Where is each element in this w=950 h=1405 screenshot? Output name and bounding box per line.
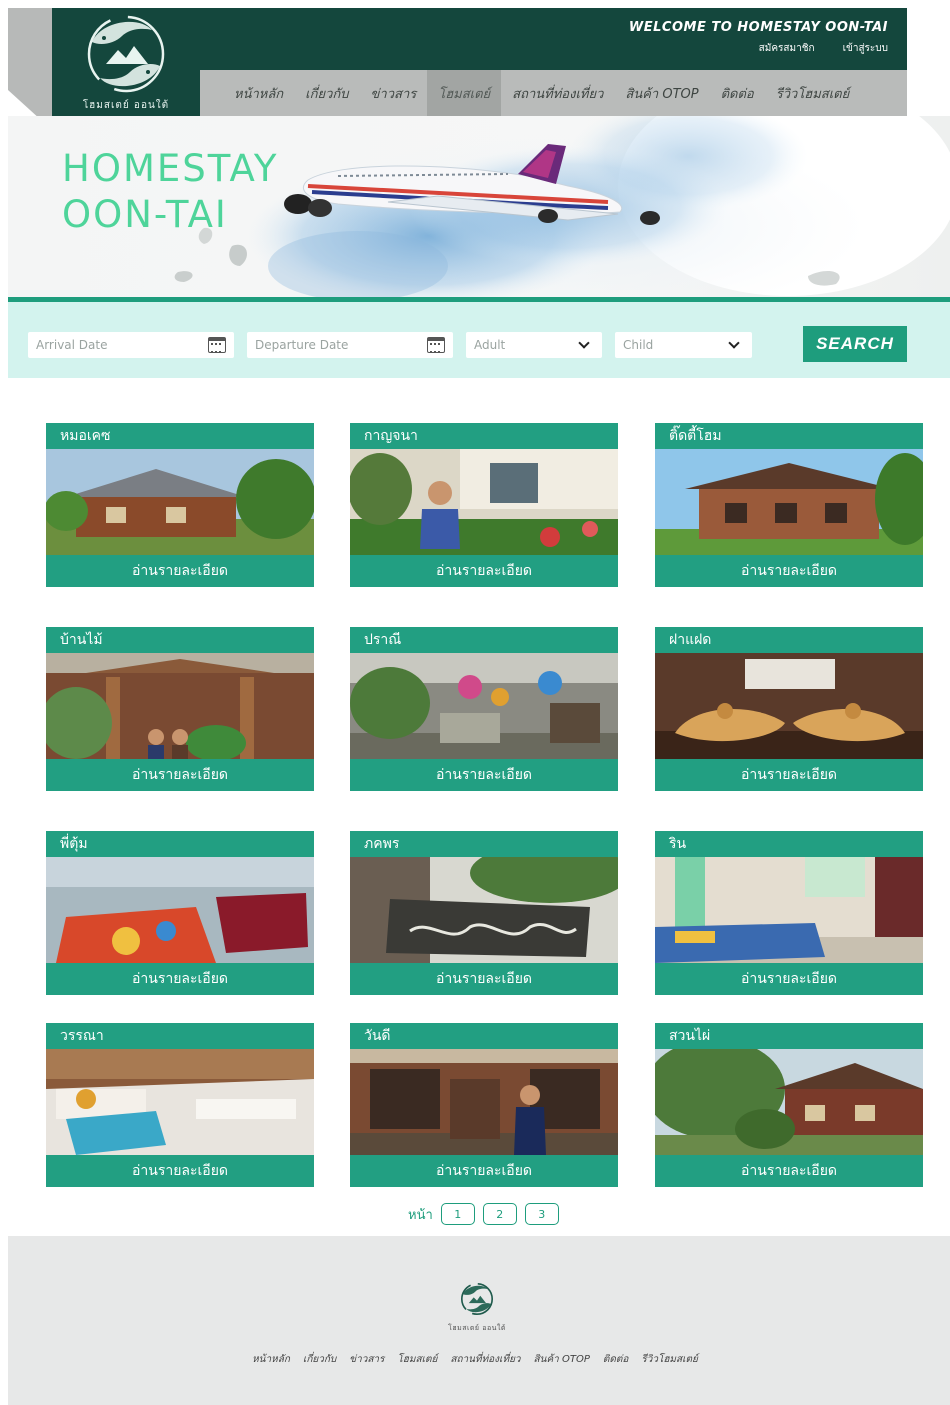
footer-nav-about[interactable]: เกี่ยวกับ — [303, 1352, 336, 1367]
page-button-3[interactable]: 3 — [524, 1203, 559, 1225]
homestay-photo[interactable] — [655, 449, 923, 555]
arrival-date-input[interactable]: Arrival Date — [28, 332, 234, 358]
hero-banner: HOMESTAY OON-TAI — [8, 116, 950, 298]
nav-news[interactable]: ข่าวสาร — [360, 70, 428, 116]
homestay-name: พี่ตุ้ม — [60, 836, 88, 852]
read-more-link[interactable]: อ่านรายละเอียด — [655, 963, 923, 995]
homestay-card[interactable]: วรรณาอ่านรายละเอียด — [46, 1023, 314, 1187]
nav-about[interactable]: เกี่ยวกับ — [294, 70, 359, 116]
nav-contact[interactable]: ติดต่อ — [710, 70, 765, 116]
account-links: สมัครสมาชิก เข้าสู่ระบบ — [759, 41, 888, 56]
read-more-link[interactable]: อ่านรายละเอียด — [46, 963, 314, 995]
homestay-card[interactable]: หมอเคซอ่านรายละเอียด — [46, 423, 314, 587]
homestay-photo[interactable] — [655, 1049, 923, 1155]
homestay-card[interactable]: ติ๊ดตี้โฮมอ่านรายละเอียด — [655, 423, 923, 587]
homestay-card[interactable]: สวนไผ่อ่านรายละเอียด — [655, 1023, 923, 1187]
homestay-photo[interactable] — [655, 653, 923, 759]
homestay-photo[interactable] — [46, 857, 314, 963]
read-more-link[interactable]: อ่านรายละเอียด — [46, 1155, 314, 1187]
fish-logo-icon — [460, 1282, 494, 1316]
page-button-2[interactable]: 2 — [482, 1203, 517, 1225]
homestay-card[interactable]: ปราณีอ่านรายละเอียด — [350, 627, 618, 791]
nav-homestay[interactable]: โฮมสเตย์ — [427, 70, 502, 116]
homestay-name: บ้านไม้ — [60, 632, 103, 648]
adult-placeholder: Adult — [474, 338, 506, 352]
homestay-name: สวนไผ่ — [669, 1028, 711, 1044]
homestay-photo[interactable] — [46, 1049, 314, 1155]
register-link[interactable]: สมัครสมาชิก — [759, 41, 815, 56]
homestay-photo[interactable] — [350, 857, 618, 963]
homestay-photo[interactable] — [655, 857, 923, 963]
footer-nav-reviews[interactable]: รีวิวโฮมสเตย์ — [641, 1352, 698, 1367]
site-logo[interactable]: โฮมสเตย์ ออนใต้ — [52, 8, 200, 116]
pagination-label: หน้า — [408, 1207, 433, 1223]
homestay-card[interactable]: บ้านไม้อ่านรายละเอียด — [46, 627, 314, 791]
nav-attractions[interactable]: สถานที่ท่องเที่ยว — [501, 70, 614, 116]
homestay-name: ภคพร — [364, 836, 400, 852]
homestay-photo[interactable] — [350, 449, 618, 555]
calendar-icon[interactable] — [427, 337, 445, 353]
login-link[interactable]: เข้าสู่ระบบ — [843, 41, 888, 56]
header-side-accent — [8, 8, 52, 130]
homestay-card[interactable]: ฝาแฝดอ่านรายละเอียด — [655, 627, 923, 791]
chevron-down-icon — [578, 336, 590, 349]
homestay-photo[interactable] — [350, 653, 618, 759]
homestay-name: ริน — [669, 836, 687, 852]
calendar-icon[interactable] — [208, 337, 226, 353]
footer-logo-text: โฮมสเตย์ ออนใต้ — [448, 1324, 506, 1332]
hero-title: HOMESTAY OON-TAI — [62, 146, 279, 238]
homestay-name: วรรณา — [60, 1028, 104, 1044]
read-more-link[interactable]: อ่านรายละเอียด — [655, 555, 923, 587]
departure-date-placeholder: Departure Date — [255, 338, 349, 352]
footer-logo[interactable]: โฮมสเตย์ ออนใต้ — [441, 1276, 513, 1334]
read-more-link[interactable]: อ่านรายละเอียด — [655, 1155, 923, 1187]
main-nav: หน้าหลัก เกี่ยวกับ ข่าวสาร โฮมสเตย์ สถาน… — [200, 70, 907, 116]
read-more-link[interactable]: อ่านรายละเอียด — [350, 555, 618, 587]
homestay-card[interactable]: วันดีอ่านรายละเอียด — [350, 1023, 618, 1187]
homestay-card[interactable]: รินอ่านรายละเอียด — [655, 831, 923, 995]
fish-logo-icon — [87, 15, 165, 92]
footer-nav-attractions[interactable]: สถานที่ท่องเที่ยว — [450, 1352, 520, 1367]
homestay-photo[interactable] — [46, 653, 314, 759]
read-more-link[interactable]: อ่านรายละเอียด — [350, 759, 618, 791]
homestay-photo[interactable] — [46, 449, 314, 555]
hero-title-line1: HOMESTAY — [62, 147, 279, 190]
homestay-name: ติ๊ดตี้โฮม — [669, 428, 722, 444]
read-more-link[interactable]: อ่านรายละเอียด — [350, 1155, 618, 1187]
footer-nav-contact[interactable]: ติดต่อ — [603, 1352, 629, 1367]
adult-select[interactable]: Adult — [466, 332, 602, 358]
welcome-text: WELCOME TO HOMESTAY OON-TAI — [628, 20, 888, 35]
homestay-card[interactable]: กาญจนาอ่านรายละเอียด — [350, 423, 618, 587]
search-button[interactable]: SEARCH — [803, 326, 907, 362]
read-more-link[interactable]: อ่านรายละเอียด — [655, 759, 923, 791]
homestay-card[interactable]: ภคพรอ่านรายละเอียด — [350, 831, 618, 995]
footer-nav-news[interactable]: ข่าวสาร — [349, 1352, 384, 1367]
page-button-1[interactable]: 1 — [440, 1203, 475, 1225]
homestay-name: หมอเคซ — [60, 428, 111, 444]
hero-title-line2: OON-TAI — [62, 193, 228, 236]
chevron-down-icon — [728, 336, 740, 349]
logo-text: โฮมสเตย์ ออนใต้ — [82, 99, 170, 111]
footer-nav-home[interactable]: หน้าหลัก — [252, 1352, 290, 1367]
arrival-date-placeholder: Arrival Date — [36, 338, 108, 352]
pagination: หน้า 1 2 3 — [408, 1203, 559, 1225]
homestay-name: กาญจนา — [364, 428, 418, 444]
read-more-link[interactable]: อ่านรายละเอียด — [46, 555, 314, 587]
homestay-name: ปราณี — [364, 632, 402, 648]
footer-nav: หน้าหลัก เกี่ยวกับ ข่าวสาร โฮมสเตย์ สถาน… — [0, 1352, 950, 1367]
homestay-card[interactable]: พี่ตุ้มอ่านรายละเอียด — [46, 831, 314, 995]
read-more-link[interactable]: อ่านรายละเอียด — [350, 963, 618, 995]
nav-reviews[interactable]: รีวิวโฮมสเตย์ — [765, 70, 861, 116]
homestay-photo[interactable] — [350, 1049, 618, 1155]
homestay-name: วันดี — [364, 1028, 391, 1044]
nav-otop[interactable]: สินค้า OTOP — [614, 70, 709, 116]
departure-date-input[interactable]: Departure Date — [247, 332, 453, 358]
nav-home[interactable]: หน้าหลัก — [200, 70, 294, 116]
footer-nav-otop[interactable]: สินค้า OTOP — [534, 1352, 590, 1367]
homestay-name: ฝาแฝด — [669, 632, 712, 648]
child-select[interactable]: Child — [615, 332, 752, 358]
child-placeholder: Child — [623, 338, 654, 352]
read-more-link[interactable]: อ่านรายละเอียด — [46, 759, 314, 791]
footer-nav-homestay[interactable]: โฮมสเตย์ — [397, 1352, 437, 1367]
